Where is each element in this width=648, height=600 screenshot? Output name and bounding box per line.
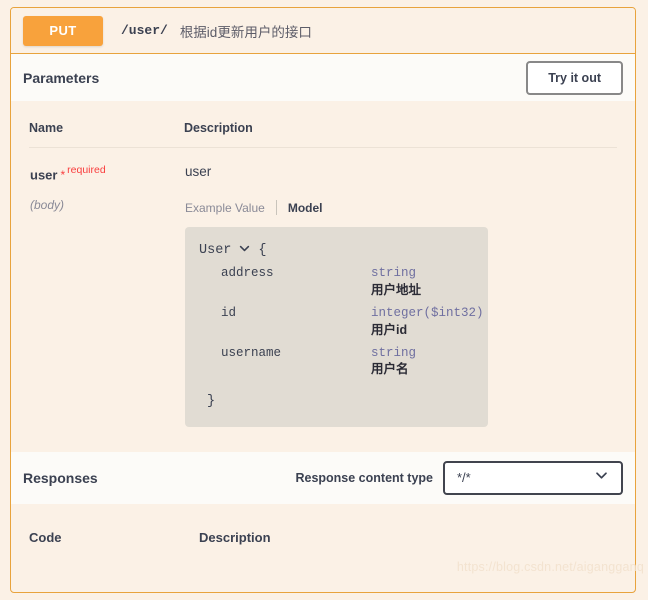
operation-path: /user/ bbox=[121, 23, 168, 38]
parameters-header-bar: Parameters Try it out bbox=[11, 54, 635, 101]
response-content-type-value: */* bbox=[457, 470, 594, 485]
tab-model[interactable]: Model bbox=[277, 201, 323, 215]
property-type: string bbox=[371, 346, 416, 362]
model-schema-box: User { address bbox=[185, 227, 488, 427]
column-header-name: Name bbox=[29, 115, 184, 148]
chevron-down-icon[interactable] bbox=[238, 242, 251, 255]
responses-table-header-row: Code Description bbox=[29, 530, 617, 545]
response-content-type-label: Response content type bbox=[295, 471, 433, 485]
responses-table: Code Description bbox=[11, 504, 635, 545]
table-row: user*required (body) user Example Value … bbox=[29, 148, 617, 428]
property-description: 用户id bbox=[371, 322, 484, 338]
property-type-group: integer($int32) 用户id bbox=[371, 306, 484, 338]
parameter-location: (body) bbox=[30, 198, 183, 212]
responses-title: Responses bbox=[23, 470, 295, 486]
property-type: string bbox=[371, 266, 421, 282]
model-property-address: address string 用户地址 bbox=[199, 266, 470, 298]
column-header-code: Code bbox=[29, 530, 199, 545]
property-type-group: string 用户地址 bbox=[371, 266, 421, 298]
chevron-down-icon bbox=[594, 468, 609, 488]
model-property-username: username string 用户名 bbox=[199, 346, 470, 378]
operation-summary-header[interactable]: PUT /user/ 根据id更新用户的接口 bbox=[11, 8, 635, 54]
property-name: username bbox=[221, 346, 371, 378]
parameters-table-header-row: Name Description bbox=[29, 115, 617, 148]
model-title-row[interactable]: User { bbox=[199, 243, 470, 258]
property-name: address bbox=[221, 266, 371, 298]
column-header-description: Description bbox=[199, 530, 271, 545]
parameters-title: Parameters bbox=[23, 70, 526, 86]
parameter-description: user bbox=[185, 164, 616, 179]
parameters-body: Name Description user*required (body) us… bbox=[11, 101, 635, 428]
parameter-name-cell: user*required (body) bbox=[29, 148, 184, 428]
property-type-group: string 用户名 bbox=[371, 346, 416, 378]
required-asterisk: * bbox=[60, 168, 65, 182]
required-label: required bbox=[67, 164, 106, 176]
model-example-tabs: Example Value Model bbox=[185, 200, 616, 215]
property-description: 用户地址 bbox=[371, 282, 421, 298]
parameter-description-cell: user Example Value Model User bbox=[184, 148, 617, 428]
model-close-brace: } bbox=[199, 394, 470, 409]
watermark-text: https://blog.csdn.net/aigangganq bbox=[457, 560, 644, 574]
parameters-table: Name Description user*required (body) us… bbox=[29, 115, 617, 428]
response-content-type-select[interactable]: */* bbox=[443, 461, 623, 495]
property-type: integer($int32) bbox=[371, 306, 484, 322]
parameter-name: user bbox=[30, 167, 57, 182]
tab-example-value[interactable]: Example Value bbox=[185, 201, 276, 215]
property-name: id bbox=[221, 306, 371, 338]
model-open-brace: { bbox=[258, 243, 266, 258]
model-property-id: id integer($int32) 用户id bbox=[199, 306, 470, 338]
operation-summary-text: 根据id更新用户的接口 bbox=[180, 21, 312, 41]
column-header-description: Description bbox=[184, 115, 617, 148]
property-description: 用户名 bbox=[371, 361, 416, 377]
operation-block-put-user: PUT /user/ 根据id更新用户的接口 Parameters Try it… bbox=[10, 7, 636, 593]
http-method-badge: PUT bbox=[23, 16, 103, 46]
responses-header-bar: Responses Response content type */* bbox=[11, 452, 635, 504]
try-it-out-button[interactable]: Try it out bbox=[526, 61, 623, 95]
model-name: User bbox=[199, 243, 231, 258]
